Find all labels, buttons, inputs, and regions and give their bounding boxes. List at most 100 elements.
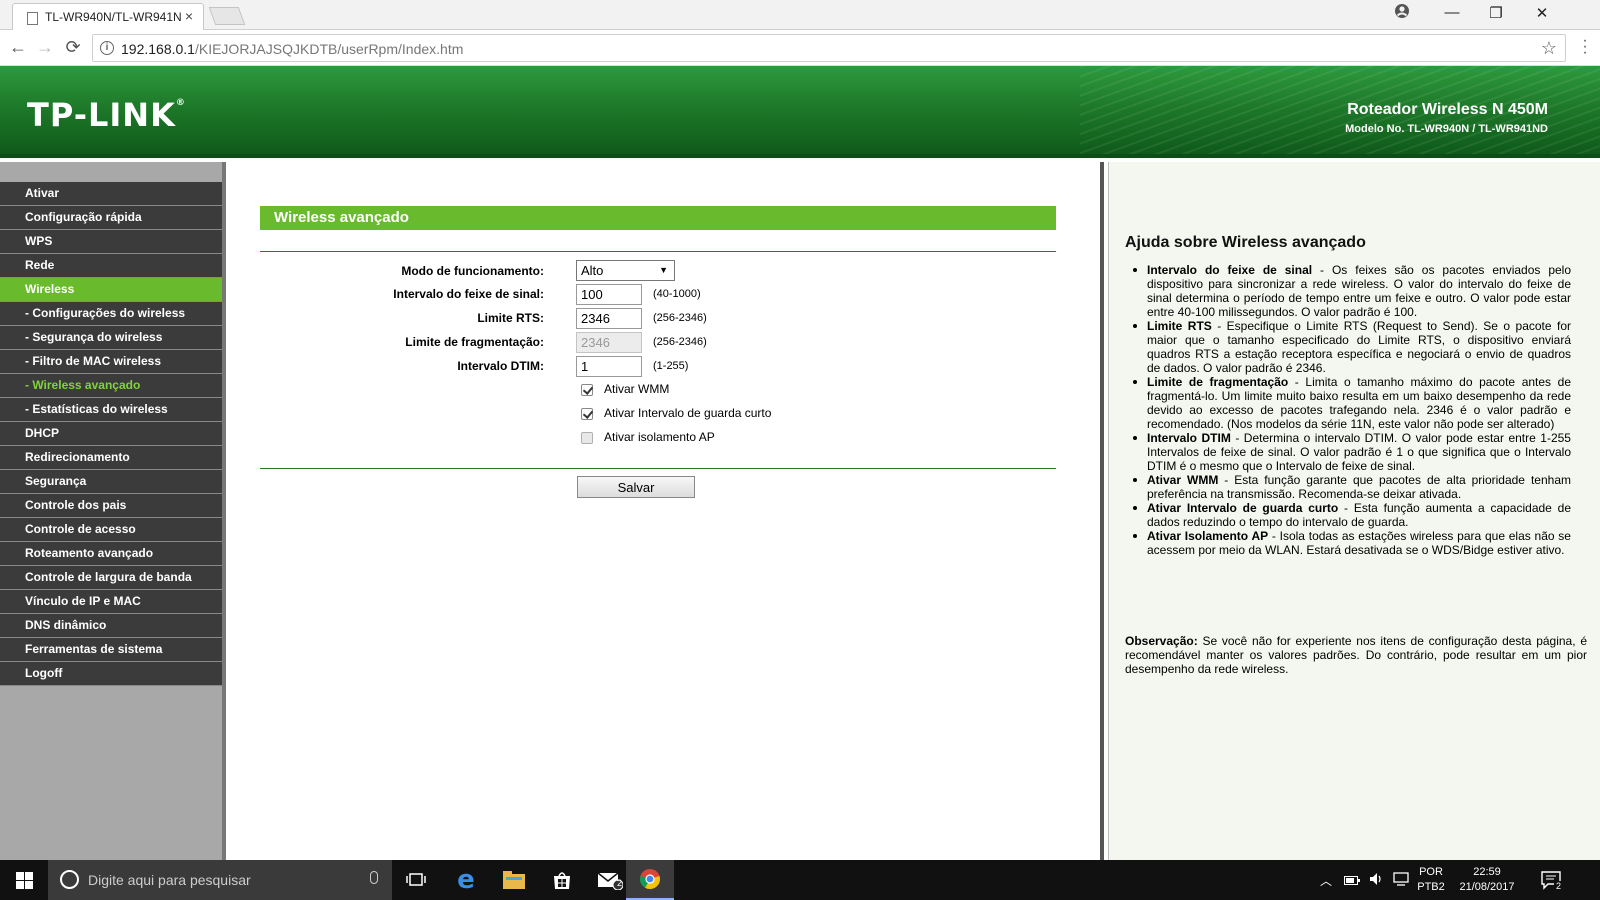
minimize-icon[interactable]: — [1437, 4, 1467, 21]
reload-icon[interactable]: ⟳ [62, 37, 84, 58]
browser-menu-icon[interactable]: · · · [1582, 33, 1588, 61]
beacon-interval-range: (40-1000) [653, 288, 701, 300]
address-bar[interactable]: i 192.168.0.1/KIEJORJAJSQJKDTB/userRpm/I… [92, 34, 1566, 62]
ap-isolation-checkbox[interactable] [581, 432, 593, 444]
rts-threshold-input[interactable] [576, 308, 642, 329]
help-item: Limite RTS - Especifique o Limite RTS (R… [1133, 319, 1571, 375]
clock-time: 22:59 [1473, 866, 1501, 878]
router-page: TP-LINK® Roteador Wireless N 450M Modelo… [0, 66, 1600, 860]
beacon-interval-input[interactable] [576, 284, 642, 305]
tab-close-icon[interactable]: × [185, 8, 193, 24]
sidebar-item-dns-dinamico[interactable]: DNS dinâmico [0, 614, 222, 638]
battery-icon[interactable] [1344, 873, 1360, 891]
chevron-up-icon[interactable]: ︿ [1320, 872, 1332, 889]
sidebar-item-seguranca[interactable]: Segurança [0, 470, 222, 494]
header-banner: TP-LINK® Roteador Wireless N 450M Modelo… [0, 66, 1600, 158]
language-code: POR [1419, 866, 1443, 878]
logo-registered-mark: ® [175, 98, 186, 108]
divider-bottom [260, 468, 1056, 469]
url-text[interactable]: 192.168.0.1/KIEJORJAJSQJKDTB/userRpm/Ind… [121, 41, 463, 57]
cortana-icon [60, 870, 79, 889]
help-item-term: Limite RTS [1147, 319, 1212, 333]
sidebar-item-ferramentas[interactable]: Ferramentas de sistema [0, 638, 222, 662]
network-icon[interactable] [1392, 871, 1410, 892]
page-title: Wireless avançado [260, 206, 1056, 230]
tab-title: TL-WR940N/TL-WR941N [45, 10, 182, 24]
profile-icon[interactable] [1387, 3, 1417, 23]
notifications-icon[interactable]: 2 [1540, 869, 1564, 896]
help-note: Observação: Se você não for experiente n… [1125, 634, 1587, 676]
help-item: Intervalo DTIM - Determina o intervalo D… [1133, 431, 1571, 473]
sidebar-item-largura-banda[interactable]: Controle de largura de banda [0, 566, 222, 590]
mode-select[interactable]: Alto ▼ [576, 260, 675, 281]
sidebar-item-wireless-advanced[interactable]: - Wireless avançado [0, 374, 222, 398]
sidebar-item-ativar[interactable]: Ativar [0, 182, 222, 206]
notification-badge: 2 [1554, 881, 1564, 891]
bookmark-star-icon[interactable]: ☆ [1541, 38, 1557, 59]
new-tab-button[interactable] [208, 7, 246, 25]
help-item-term: Ativar Isolamento AP [1147, 529, 1269, 543]
help-item: Limite de fragmentação - Limita o tamanh… [1133, 375, 1571, 431]
dtim-label: Intervalo DTIM: [457, 359, 544, 373]
sidebar-item-dhcp[interactable]: DHCP [0, 422, 222, 446]
keyboard-layout: PTB2 [1417, 881, 1445, 893]
windows-start-icon[interactable] [0, 860, 48, 900]
browser-tab[interactable]: TL-WR940N/TL-WR941N × [12, 3, 204, 31]
sidebar-item-wireless-settings[interactable]: - Configurações do wireless [0, 302, 222, 326]
help-item-term: Intervalo do feixe de sinal [1147, 263, 1313, 277]
sidebar-item-wireless[interactable]: Wireless [0, 278, 222, 302]
volume-icon[interactable] [1368, 871, 1384, 892]
sidebar-item-rede[interactable]: Rede [0, 254, 222, 278]
sidebar-item-wps[interactable]: WPS [0, 230, 222, 254]
chrome-icon[interactable] [626, 860, 674, 900]
page-icon [27, 12, 38, 25]
maximize-icon[interactable]: ❐ [1481, 4, 1511, 22]
microphone-icon[interactable] [370, 871, 378, 884]
chevron-down-icon: ▼ [659, 265, 668, 275]
help-title: Ajuda sobre Wireless avançado [1125, 234, 1366, 251]
language-indicator[interactable]: POR PTB2 [1416, 866, 1446, 893]
sidebar-item-ip-mac[interactable]: Vínculo de IP e MAC [0, 590, 222, 614]
task-view-icon[interactable] [392, 860, 440, 900]
sidebar-item-redirecionamento[interactable]: Redirecionamento [0, 446, 222, 470]
taskbar: Digite aqui para pesquisar e 2 ︿ POR PTB… [0, 860, 1600, 900]
sidebar-item-roteamento-avancado[interactable]: Roteamento avançado [0, 542, 222, 566]
clock[interactable]: 22:59 21/08/2017 [1452, 866, 1522, 893]
fragmentation-label: Limite de fragmentação: [405, 335, 544, 349]
sidebar-item-configuracao-rapida[interactable]: Configuração rápida [0, 206, 222, 230]
taskbar-search[interactable]: Digite aqui para pesquisar [48, 860, 392, 900]
back-icon[interactable]: ← [7, 37, 29, 58]
edge-icon[interactable]: e [442, 860, 490, 900]
help-note-term: Observação: [1125, 634, 1198, 648]
sidebar-item-wireless-security[interactable]: - Segurança do wireless [0, 326, 222, 350]
rts-threshold-range: (256-2346) [653, 312, 707, 324]
sidebar-item-logoff[interactable]: Logoff [0, 662, 222, 686]
help-list: Intervalo do feixe de sinal - Os feixes … [1133, 263, 1571, 557]
file-explorer-icon[interactable] [490, 860, 538, 900]
logo-text: TP-LINK [27, 96, 176, 134]
sidebar-item-controle-acesso[interactable]: Controle de acesso [0, 518, 222, 542]
sidebar-nav: Ativar Configuração rápida WPS Rede Wire… [0, 182, 224, 686]
browser-toolbar: ← → ⟳ i 192.168.0.1/KIEJORJAJSQJKDTB/use… [0, 30, 1600, 66]
store-icon[interactable] [538, 860, 586, 900]
divider-top [260, 251, 1056, 252]
short-gi-checkbox[interactable] [581, 408, 593, 420]
sidebar: Ativar Configuração rápida WPS Rede Wire… [0, 162, 226, 860]
url-host: 192.168.0.1 [121, 41, 195, 57]
tplink-logo: TP-LINK® [27, 96, 186, 134]
rts-threshold-label: Limite RTS: [477, 311, 544, 325]
sidebar-item-wireless-statistics[interactable]: - Estatísticas do wireless [0, 398, 222, 422]
forward-icon[interactable]: → [34, 37, 56, 58]
wmm-label: Ativar WMM [604, 382, 670, 396]
sidebar-item-mac-filter[interactable]: - Filtro de MAC wireless [0, 350, 222, 374]
help-item: Ativar Intervalo de guarda curto - Esta … [1133, 501, 1571, 529]
dtim-input[interactable] [576, 356, 642, 377]
main-content: Wireless avançado Modo de funcionamento:… [230, 162, 1104, 860]
close-window-icon[interactable]: ✕ [1527, 4, 1557, 22]
save-button[interactable]: Salvar [577, 476, 695, 498]
help-item-term: Ativar Intervalo de guarda curto [1147, 501, 1339, 515]
sidebar-item-controle-pais[interactable]: Controle dos pais [0, 494, 222, 518]
site-info-icon[interactable]: i [100, 41, 114, 55]
wmm-checkbox[interactable] [581, 384, 593, 396]
dtim-range: (1-255) [653, 360, 689, 372]
